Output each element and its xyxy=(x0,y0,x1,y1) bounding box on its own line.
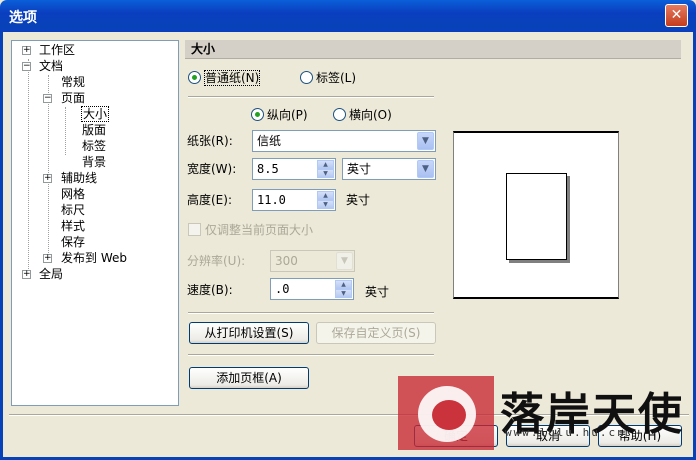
watermark-logo xyxy=(398,376,494,450)
checkbox-label: 仅调整当前页面大小 xyxy=(205,223,314,237)
height-value: 11.0 xyxy=(257,193,286,207)
spin-down-icon[interactable]: ▼ xyxy=(335,289,352,298)
expand-icon[interactable]: + xyxy=(22,270,31,279)
set-from-printer-button[interactable]: 从打印机设置(S) xyxy=(189,322,309,344)
width-value: 8.5 xyxy=(257,162,279,176)
spin-up-icon[interactable]: ▲ xyxy=(317,191,334,200)
tree-item-label: 常规 xyxy=(61,75,86,89)
tree-item-label: 网格 xyxy=(61,187,86,201)
options-tree[interactable]: + 工作区 − 文档 常规 − 页面 大小 版面 标签 背景 + 辅助线 网格 … xyxy=(11,40,179,406)
height-label: 高度(E): xyxy=(187,193,232,207)
page-preview-sheet xyxy=(506,173,567,260)
tree-item-label: 背景 xyxy=(82,155,107,169)
spin-down-icon[interactable]: ▼ xyxy=(317,200,334,209)
tree-item-label: 辅助线 xyxy=(61,171,98,185)
paper-size-select[interactable]: 信纸 ▼ xyxy=(252,130,436,152)
radio-landscape[interactable]: 横向(O) xyxy=(333,106,392,124)
divider xyxy=(188,96,434,98)
divider xyxy=(188,312,434,314)
tree-item-label: 标签 xyxy=(82,139,107,153)
watermark-mark-inner xyxy=(432,400,466,430)
spin-up-icon[interactable]: ▲ xyxy=(317,160,334,169)
radio-unselected-icon xyxy=(300,71,313,84)
tree-item-label: 工作区 xyxy=(39,43,76,57)
radio-label: 标签(L) xyxy=(316,71,357,85)
radio-normal-paper[interactable]: 普通纸(N) xyxy=(188,69,261,87)
paper-label: 纸张(R): xyxy=(187,134,233,148)
expand-icon[interactable]: + xyxy=(43,254,52,263)
collapse-icon[interactable]: − xyxy=(22,62,31,71)
expand-icon[interactable]: + xyxy=(22,46,31,55)
radio-label: 横向(O) xyxy=(349,108,392,122)
close-icon: ✕ xyxy=(670,7,683,23)
tree-connector xyxy=(65,107,66,155)
save-custom-page-button[interactable]: 保存自定义页(S) xyxy=(316,322,436,344)
resolution-select[interactable]: 300 ▼ xyxy=(270,250,355,272)
tree-item-label: 页面 xyxy=(61,91,86,105)
chevron-down-icon[interactable]: ▼ xyxy=(417,160,434,178)
resolution-value: 300 xyxy=(275,254,298,268)
spin-down-icon[interactable]: ▼ xyxy=(317,169,334,178)
radio-portrait[interactable]: 纵向(P) xyxy=(251,106,308,124)
height-unit: 英寸 xyxy=(346,193,371,207)
size-panel: 大小 普通纸(N) 标签(L) 纵向(P) 横向(O) 纸张(R): 信纸 ▼ … xyxy=(185,40,685,406)
close-button[interactable]: ✕ xyxy=(665,4,688,27)
paper-size-value: 信纸 xyxy=(257,134,282,148)
tree-item-label: 发布到 Web xyxy=(61,251,127,265)
tree-item-label: 标尺 xyxy=(61,203,86,217)
tree-item-label: 版面 xyxy=(82,123,107,137)
height-spinner[interactable]: 11.0 ▲ ▼ xyxy=(252,189,336,211)
collapse-icon[interactable]: − xyxy=(43,94,52,103)
radio-selected-icon xyxy=(188,71,201,84)
divider xyxy=(188,354,434,356)
radio-label: 普通纸(N) xyxy=(204,70,261,86)
unit-select[interactable]: 英寸 ▼ xyxy=(342,158,436,180)
title-bar: 选项 ✕ xyxy=(0,0,696,32)
width-label: 宽度(W): xyxy=(187,162,237,176)
radio-selected-icon xyxy=(251,108,264,121)
radio-label: 纵向(P) xyxy=(267,108,308,122)
chevron-down-icon[interactable]: ▼ xyxy=(336,252,353,270)
resize-current-page-checkbox[interactable]: 仅调整当前页面大小 xyxy=(188,222,313,238)
watermark-url: www.lulu.hu.cn xyxy=(505,426,626,439)
unit-value: 英寸 xyxy=(347,162,372,176)
tree-connector xyxy=(28,59,29,269)
section-header: 大小 xyxy=(185,40,681,59)
bleed-unit: 英寸 xyxy=(365,285,390,299)
page-preview xyxy=(453,131,619,299)
bleed-spinner[interactable]: .0 ▲ ▼ xyxy=(270,278,354,300)
bleed-label: 速度(B): xyxy=(187,283,233,297)
expand-icon[interactable]: + xyxy=(43,174,52,183)
tree-item-label: 大小 xyxy=(81,106,110,122)
width-spinner[interactable]: 8.5 ▲ ▼ xyxy=(252,158,336,180)
tree-item-label: 样式 xyxy=(61,219,86,233)
resolution-label: 分辨率(U): xyxy=(187,254,246,268)
tree-item-label: 文档 xyxy=(39,59,64,73)
tree-item-label: 全局 xyxy=(39,267,64,281)
tree-item-label: 保存 xyxy=(61,235,86,249)
radio-unselected-icon xyxy=(333,108,346,121)
radio-label-paper[interactable]: 标签(L) xyxy=(300,69,356,87)
checkbox-icon xyxy=(188,223,201,236)
bleed-value: .0 xyxy=(275,282,290,296)
spin-up-icon[interactable]: ▲ xyxy=(335,280,352,289)
chevron-down-icon[interactable]: ▼ xyxy=(417,132,434,150)
window-title: 选项 xyxy=(9,10,37,26)
add-page-frame-button[interactable]: 添加页框(A) xyxy=(189,367,309,389)
